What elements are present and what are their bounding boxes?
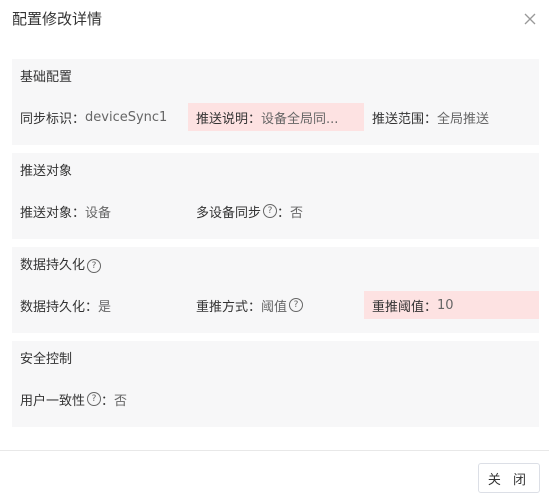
field-sync-id: 同步标识： deviceSync1 [12, 103, 188, 131]
dialog-title: 配置修改详情 [12, 10, 103, 28]
field-label: 同步标识： [20, 111, 86, 127]
field-value: 阈值 [261, 299, 288, 315]
field-label: 推送对象： [20, 205, 86, 221]
dialog-footer: 关 闭 [0, 450, 549, 500]
field-value: 10 [437, 297, 454, 313]
field-push-range: 推送范围： 全局推送 [364, 103, 539, 131]
section-basic: 基础配置 同步标识： deviceSync1 推送说明： 设备全局同... 推送范围… [12, 59, 539, 145]
dialog-header: 配置修改详情 [0, 0, 549, 40]
field-row: 同步标识： deviceSync1 推送说明： 设备全局同... 推送范围： 全局推送 [12, 103, 539, 131]
field-label: 推送说明： [196, 111, 262, 127]
field-row: 用户一致性?：否 [12, 385, 539, 413]
field-value: deviceSync1 [85, 109, 168, 125]
field-consistency: 用户一致性?：否 [12, 385, 188, 413]
field-value: 全局推送 [437, 111, 490, 127]
section-title-text: 数据持久化 [20, 258, 86, 273]
close-button[interactable]: 关 闭 [478, 463, 540, 493]
field-value: 设备全局同... [261, 111, 339, 127]
field-label: 多设备同步 [196, 205, 262, 221]
field-label: 数据持久化： [20, 299, 99, 315]
section-persist: 数据持久化? 数据持久化：是 重推方式： 阈值? 重推阈值： 10 [12, 247, 539, 333]
field-label: 重推阈值： [372, 299, 438, 315]
question-circle-icon[interactable]: ? [87, 392, 102, 406]
question-circle-icon[interactable]: ? [87, 259, 102, 273]
field-label: 重推方式： [196, 299, 262, 315]
config-detail-dialog: 配置修改详情 基础配置 同步标识： deviceSync1 推送说明： 设备全局同.… [0, 0, 549, 500]
field-persist: 数据持久化：是 [12, 291, 188, 319]
field-retry-mode: 重推方式： 阈值? [188, 291, 364, 319]
question-circle-icon[interactable]: ? [263, 204, 278, 218]
section-title: 安全控制 [20, 352, 73, 367]
question-circle-icon[interactable]: ? [289, 298, 304, 312]
field-row: 推送对象： 设备 多设备同步?：否 [12, 197, 539, 225]
section-target: 推送对象 推送对象： 设备 多设备同步?：否 [12, 153, 539, 239]
close-icon[interactable] [520, 9, 540, 29]
field-label: 推送范围： [372, 111, 438, 127]
section-title: 推送对象 [20, 164, 73, 179]
field-multi-sync: 多设备同步?：否 [188, 197, 364, 225]
field-push-target: 推送对象： 设备 [12, 197, 188, 225]
dialog-body: 基础配置 同步标识： deviceSync1 推送说明： 设备全局同... 推送范围… [12, 59, 539, 435]
field-retry-threshold: 重推阈值： 10 [364, 291, 539, 319]
field-value: 设备 [85, 205, 112, 221]
field-value: 否 [114, 393, 128, 409]
field-row: 数据持久化：是 重推方式： 阈值? 重推阈值： 10 [12, 291, 539, 319]
colon: ： [101, 393, 115, 409]
field-push-desc: 推送说明： 设备全局同... [188, 103, 364, 131]
colon: ： [277, 205, 291, 221]
field-label: 用户一致性 [20, 393, 86, 409]
field-value: 否 [290, 205, 304, 221]
field-value: 是 [98, 299, 112, 315]
section-title: 基础配置 [20, 70, 73, 85]
section-security: 安全控制 用户一致性?：否 [12, 341, 539, 427]
section-title: 数据持久化? [20, 257, 102, 275]
